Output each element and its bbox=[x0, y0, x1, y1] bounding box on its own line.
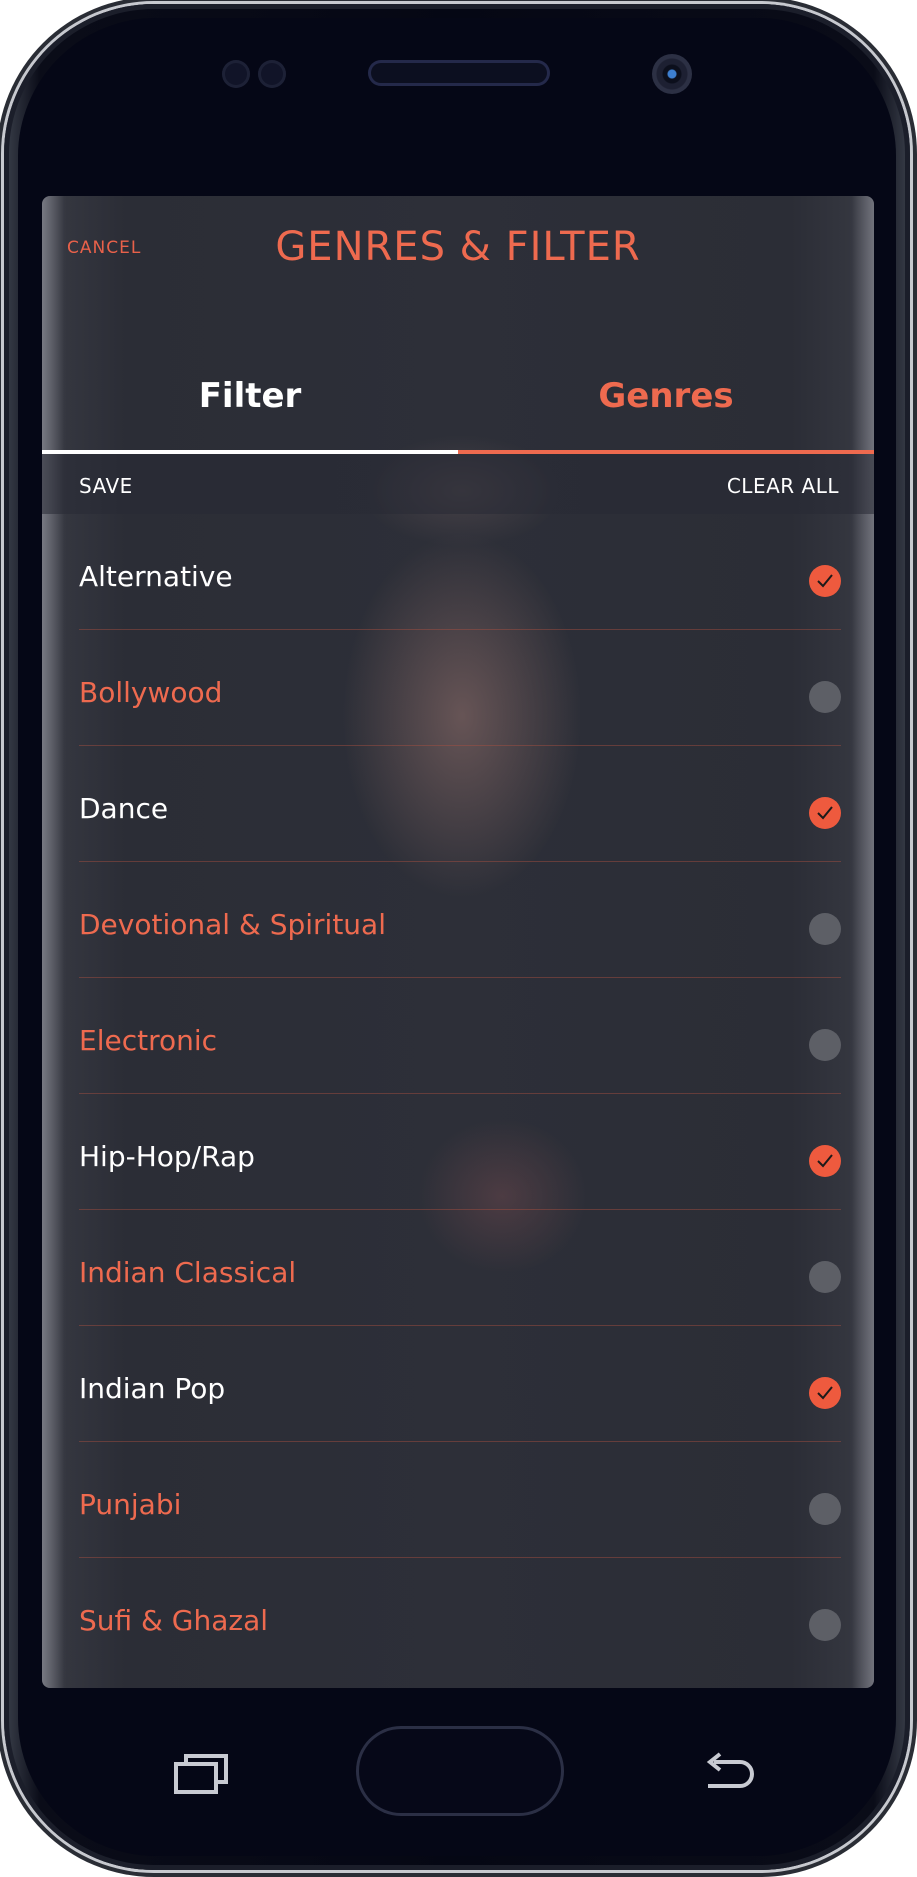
check-icon bbox=[817, 574, 833, 588]
check-icon bbox=[817, 806, 833, 820]
genre-checkbox-checked[interactable] bbox=[809, 1145, 841, 1177]
genre-label: Indian Classical bbox=[79, 1256, 297, 1289]
genre-label: Indian Pop bbox=[79, 1372, 226, 1405]
genre-checkbox-unchecked[interactable] bbox=[809, 913, 841, 945]
genre-row[interactable]: Electronic bbox=[79, 978, 841, 1094]
genre-checkbox-checked[interactable] bbox=[809, 1377, 841, 1409]
save-button[interactable]: SAVE bbox=[79, 474, 133, 498]
genre-row[interactable]: Dance bbox=[79, 746, 841, 862]
app-screen: CANCEL GENRES & FILTER Filter Genres SAV… bbox=[42, 196, 874, 1688]
genre-checkbox-unchecked[interactable] bbox=[809, 1609, 841, 1641]
genre-row[interactable]: Indian Classical bbox=[79, 1210, 841, 1326]
page-title: GENRES & FILTER bbox=[275, 224, 641, 270]
genre-checkbox-unchecked[interactable] bbox=[809, 1493, 841, 1525]
genre-label: Bollywood bbox=[79, 676, 223, 709]
light-sensor bbox=[258, 60, 286, 88]
genre-label: Devotional & Spiritual bbox=[79, 908, 386, 941]
back-arrow-icon[interactable] bbox=[700, 1752, 756, 1792]
genre-row[interactable]: Hip-Hop/Rap bbox=[79, 1094, 841, 1210]
genre-checkbox-checked[interactable] bbox=[809, 565, 841, 597]
genre-row[interactable]: Sufi & Ghazal bbox=[79, 1558, 841, 1673]
home-button[interactable] bbox=[356, 1726, 564, 1816]
genre-row[interactable]: Devotional & Spiritual bbox=[79, 862, 841, 978]
check-icon bbox=[817, 1154, 833, 1168]
genre-checkbox-unchecked[interactable] bbox=[809, 681, 841, 713]
front-camera-icon bbox=[652, 54, 692, 94]
check-icon bbox=[817, 1386, 833, 1400]
genre-label: Punjabi bbox=[79, 1488, 182, 1521]
genre-row[interactable]: Punjabi bbox=[79, 1442, 841, 1558]
header: CANCEL GENRES & FILTER bbox=[42, 196, 874, 306]
genre-checkbox-checked[interactable] bbox=[809, 797, 841, 829]
action-bar: SAVE CLEAR ALL bbox=[42, 454, 874, 514]
tab-bar: Filter Genres bbox=[42, 346, 874, 454]
genre-row[interactable]: Indian Pop bbox=[79, 1326, 841, 1442]
recent-apps-icon[interactable] bbox=[172, 1752, 232, 1796]
genre-checkbox-unchecked[interactable] bbox=[809, 1261, 841, 1293]
genre-checkbox-unchecked[interactable] bbox=[809, 1029, 841, 1061]
genre-list: Alternative Bollywood Dance Devotional & Sp… bbox=[79, 514, 841, 1673]
tab-filter[interactable]: Filter bbox=[42, 346, 458, 452]
tab-genres[interactable]: Genres bbox=[458, 346, 874, 452]
clear-all-button[interactable]: CLEAR ALL bbox=[727, 474, 839, 498]
genre-label: Hip-Hop/Rap bbox=[79, 1140, 255, 1173]
genre-label: Sufi & Ghazal bbox=[79, 1604, 269, 1637]
genre-label: Alternative bbox=[79, 560, 233, 593]
earpiece-speaker bbox=[368, 60, 550, 86]
genre-row[interactable]: Bollywood bbox=[79, 630, 841, 746]
proximity-sensor bbox=[222, 60, 250, 88]
genre-row[interactable]: Alternative bbox=[79, 514, 841, 630]
genre-label: Electronic bbox=[79, 1024, 218, 1057]
genre-label: Dance bbox=[79, 792, 169, 825]
